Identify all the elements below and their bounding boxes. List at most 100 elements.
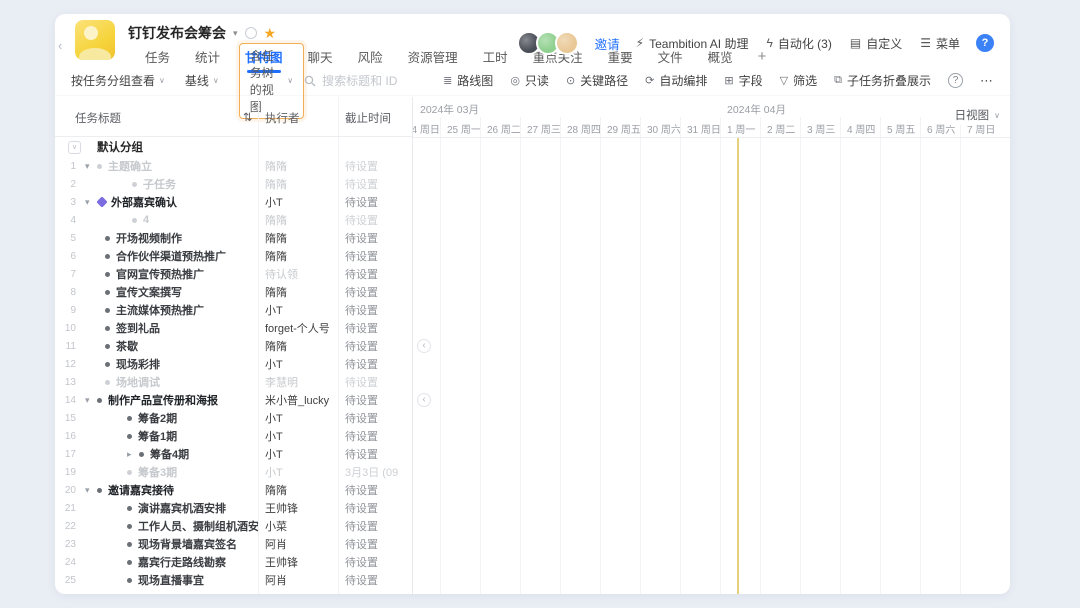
task-row[interactable]: 25 现场直播事宜 阿肖 待设置	[55, 571, 412, 589]
task-executor[interactable]: 隋隋	[258, 230, 338, 246]
task-due-date[interactable]: 待设置	[338, 536, 413, 552]
task-executor[interactable]: 李慧明	[258, 374, 338, 390]
task-row[interactable]: 12 现场彩排 小T 待设置	[55, 355, 412, 373]
action-自定义[interactable]: ▤ 自定义	[850, 35, 902, 52]
group-collapse-checkbox[interactable]: ∨	[68, 140, 81, 154]
task-executor[interactable]: 王帅锋	[258, 500, 338, 516]
task-executor[interactable]: 米小普_lucky	[258, 392, 338, 408]
project-title[interactable]: 钉钉发布会筹会	[128, 23, 226, 43]
task-due-date[interactable]: 待设置	[338, 248, 413, 264]
task-row[interactable]: 7 官网宣传预热推广 待认领 待设置	[55, 265, 412, 283]
task-row[interactable]: 5 开场视频制作 隋隋 待设置	[55, 229, 412, 247]
task-executor[interactable]: 小菜	[258, 518, 338, 534]
project-status-icon[interactable]	[244, 27, 257, 39]
favorite-star-icon[interactable]: ★	[264, 26, 277, 40]
tool-关键路径[interactable]: ⊙ 关键路径	[566, 72, 628, 89]
project-title-caret-icon[interactable]: ▾	[233, 28, 238, 39]
task-executor[interactable]: 隋隋	[258, 176, 338, 192]
tab-聊天[interactable]: 聊天	[308, 47, 333, 66]
task-executor[interactable]: 小T	[258, 194, 338, 210]
task-due-date[interactable]: 待设置	[338, 212, 413, 228]
task-due-date[interactable]: 待设置	[338, 374, 413, 390]
toolbar-help-icon[interactable]: ?	[948, 73, 963, 88]
member-avatar-3[interactable]	[554, 31, 579, 55]
task-row[interactable]: 9 主流媒体预热推广 小T 待设置	[55, 301, 412, 319]
task-executor[interactable]: 隋隋	[258, 284, 338, 300]
sort-icon[interactable]: ⇅	[243, 110, 253, 124]
gantt-chart[interactable]: 24 周日 25 周一 26 周二 27 周三 28 周四 29 周五 30 周六 31 周日…	[413, 97, 1010, 594]
search-box[interactable]	[304, 73, 426, 88]
task-due-date[interactable]: 待设置	[338, 572, 413, 588]
column-executor[interactable]: 执行者	[265, 110, 300, 126]
task-row[interactable]: 24 嘉宾行走路线勘察 王帅锋 待设置	[55, 553, 412, 571]
gantt-overflow-left-icon[interactable]: ‹	[417, 393, 431, 407]
task-row[interactable]: 15 筹备2期 小T 待设置	[55, 409, 412, 427]
dropdown-基线[interactable]: 基线 ∨	[185, 72, 219, 89]
task-executor[interactable]: 隋隋	[258, 482, 338, 498]
caret-down-icon[interactable]: ▾	[85, 161, 97, 172]
task-due-date[interactable]: 待设置	[338, 158, 413, 174]
task-row[interactable]: 16 筹备1期 小T 待设置	[55, 427, 412, 445]
task-row[interactable]: 13 场地调试 李慧明 待设置	[55, 373, 412, 391]
member-avatars[interactable]	[516, 31, 579, 55]
task-row[interactable]: 21 演讲嘉宾机酒安排 王帅锋 待设置	[55, 499, 412, 517]
tool-只读[interactable]: ◎ 只读	[510, 72, 549, 89]
caret-down-icon[interactable]: ▾	[85, 395, 97, 406]
collapse-sidebar-icon[interactable]: ‹	[58, 38, 62, 53]
tab-风险[interactable]: 风险	[358, 47, 383, 66]
more-menu-icon[interactable]: ⋯	[980, 73, 994, 89]
task-row[interactable]: 4 4 隋隋 待设置	[55, 211, 412, 229]
task-due-date[interactable]: 待设置	[338, 410, 413, 426]
task-due-date[interactable]: 待设置	[338, 518, 413, 534]
task-due-date[interactable]: 待设置	[338, 230, 413, 246]
task-due-date[interactable]: 待设置	[338, 284, 413, 300]
task-row[interactable]: 8 宣传文案撰写 隋隋 待设置	[55, 283, 412, 301]
tab-资源管理[interactable]: 资源管理	[408, 47, 458, 66]
task-executor[interactable]: 隋隋	[258, 248, 338, 264]
task-due-date[interactable]: 3月3日 (09	[338, 464, 413, 480]
task-executor[interactable]: 王帅锋	[258, 554, 338, 570]
task-row[interactable]: 22 工作人员、摄制组机酒安排 小菜 待设置	[55, 517, 412, 535]
task-due-date[interactable]: 待设置	[338, 446, 413, 462]
task-executor[interactable]: 隋隋	[258, 158, 338, 174]
task-due-date[interactable]: 待设置	[338, 176, 413, 192]
task-row[interactable]: 14 ▾ 制作产品宣传册和海报 米小普_lucky 待设置	[55, 391, 412, 409]
task-row[interactable]: 11 茶歇 隋隋 待设置	[55, 337, 412, 355]
view-mode-select[interactable]: 日视图 ∨	[944, 105, 1004, 125]
task-executor[interactable]: 隋隋	[258, 212, 338, 228]
group-row[interactable]: ∨ 默认分组	[55, 137, 412, 157]
task-executor[interactable]: 小T	[258, 428, 338, 444]
task-executor[interactable]: 小T	[258, 356, 338, 372]
task-row[interactable]: 10 签到礼品 forget-个人号 待设置	[55, 319, 412, 337]
task-row[interactable]: 17 ▸ 筹备4期 小T 待设置	[55, 445, 412, 463]
task-executor[interactable]: 小T	[258, 410, 338, 426]
task-executor[interactable]: 小T	[258, 302, 338, 318]
task-due-date[interactable]: 待设置	[338, 266, 413, 282]
tool-子任务折叠展示[interactable]: ⧉ 子任务折叠展示	[834, 72, 931, 89]
column-task-title[interactable]: 任务标题	[75, 110, 121, 126]
task-due-date[interactable]: 待设置	[338, 356, 413, 372]
task-executor[interactable]: 待认领	[258, 266, 338, 282]
task-row[interactable]: 3 ▾ 外部嘉宾确认 小T 待设置	[55, 193, 412, 211]
column-due-date[interactable]: 截止时间	[345, 110, 391, 126]
task-due-date[interactable]: 待设置	[338, 320, 413, 336]
task-row[interactable]: 2 子任务 隋隋 待设置	[55, 175, 412, 193]
task-due-date[interactable]: 待设置	[338, 302, 413, 318]
task-executor[interactable]: forget-个人号	[258, 320, 338, 336]
tool-自动编排[interactable]: ⟳ 自动编排	[645, 72, 707, 89]
task-row[interactable]: 20 ▾ 邀请嘉宾接待 隋隋 待设置	[55, 481, 412, 499]
task-due-date[interactable]: 待设置	[338, 338, 413, 354]
task-row[interactable]: 1 ▾ 主题确立 隋隋 待设置	[55, 157, 412, 175]
task-due-date[interactable]: 待设置	[338, 554, 413, 570]
task-row[interactable]: 19 筹备3期 小T 3月3日 (09	[55, 463, 412, 481]
task-executor[interactable]: 隋隋	[258, 338, 338, 354]
task-due-date[interactable]: 待设置	[338, 194, 413, 210]
action-Teambition AI 助理[interactable]: ⚡ Teambition AI 助理	[636, 35, 749, 52]
task-due-date[interactable]: 待设置	[338, 482, 413, 498]
tool-路线图[interactable]: ≣ 路线图	[443, 72, 493, 89]
caret-right-icon[interactable]: ▸	[127, 449, 139, 460]
task-executor[interactable]: 小T	[258, 464, 338, 480]
caret-down-icon[interactable]: ▾	[85, 485, 97, 496]
task-executor[interactable]: 小T	[258, 446, 338, 462]
action-自动化 (3)[interactable]: ϟ 自动化 (3)	[766, 35, 831, 52]
